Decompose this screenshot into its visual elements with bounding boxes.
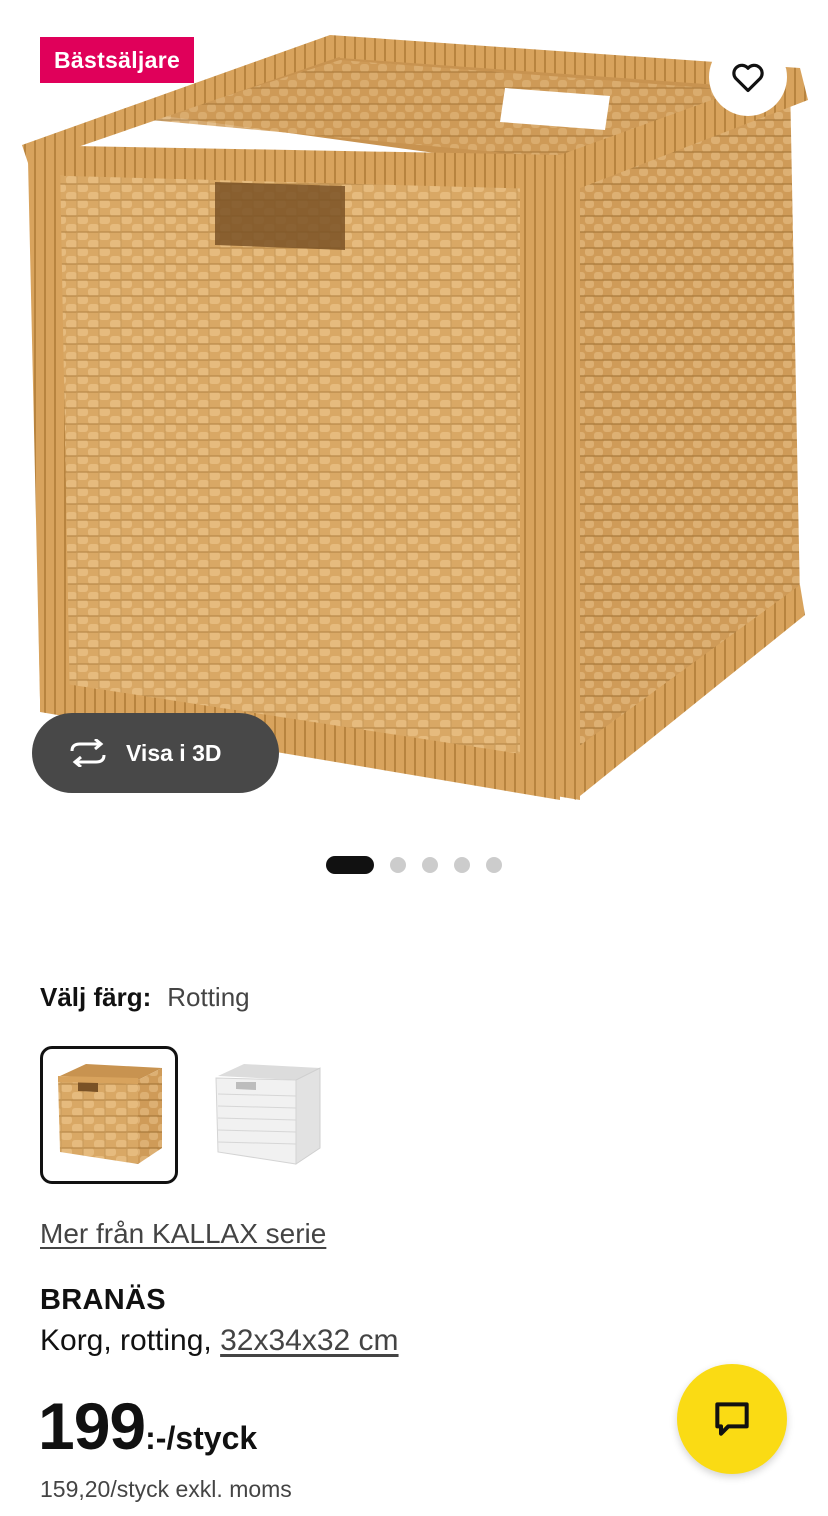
carousel-pagination (0, 856, 828, 874)
carousel-dot[interactable] (454, 857, 470, 873)
product-type: Korg, rotting, (40, 1324, 212, 1357)
color-option-white[interactable] (198, 1046, 336, 1184)
bestseller-badge: Bästsäljare (40, 37, 195, 83)
product-description: Korg, rotting, 32x34x32 cm (40, 1324, 399, 1358)
color-label: Välj färg: (40, 982, 152, 1012)
color-selector-header: Välj färg: Rotting (40, 982, 250, 1013)
view-in-3d-button[interactable]: Visa i 3D (32, 713, 279, 793)
favorite-button[interactable] (709, 38, 787, 116)
carousel-dot-active[interactable] (326, 856, 374, 874)
price-amount: 199 (38, 1389, 146, 1463)
rattan-basket-thumbnail (58, 1064, 162, 1164)
heart-outline-icon (732, 63, 764, 93)
series-link[interactable]: Mer från KALLAX serie (40, 1218, 326, 1250)
product-dimensions-link[interactable]: 32x34x32 cm (220, 1324, 398, 1357)
white-basket-thumbnail (215, 1064, 321, 1165)
color-option-rattan[interactable] (40, 1046, 178, 1184)
carousel-dot[interactable] (390, 857, 406, 873)
view-in-3d-label: Visa i 3D (126, 739, 222, 766)
price-excl-vat: 159,20/styck exkl. moms (40, 1476, 292, 1502)
product-image-rattan-basket (22, 35, 808, 800)
chat-button[interactable] (677, 1364, 787, 1474)
price-suffix: :-/styck (145, 1420, 258, 1456)
rotate-3d-icon (70, 739, 106, 767)
product-image-gallery[interactable]: Bästsäljare Visa i 3D (0, 0, 828, 830)
carousel-dot[interactable] (422, 857, 438, 873)
product-price: 199 :-/styck (38, 1388, 257, 1464)
selected-color-value: Rotting (167, 982, 250, 1012)
carousel-dot[interactable] (486, 857, 502, 873)
product-name: BRANÄS (40, 1284, 166, 1316)
chat-bubble-icon (715, 1402, 749, 1436)
